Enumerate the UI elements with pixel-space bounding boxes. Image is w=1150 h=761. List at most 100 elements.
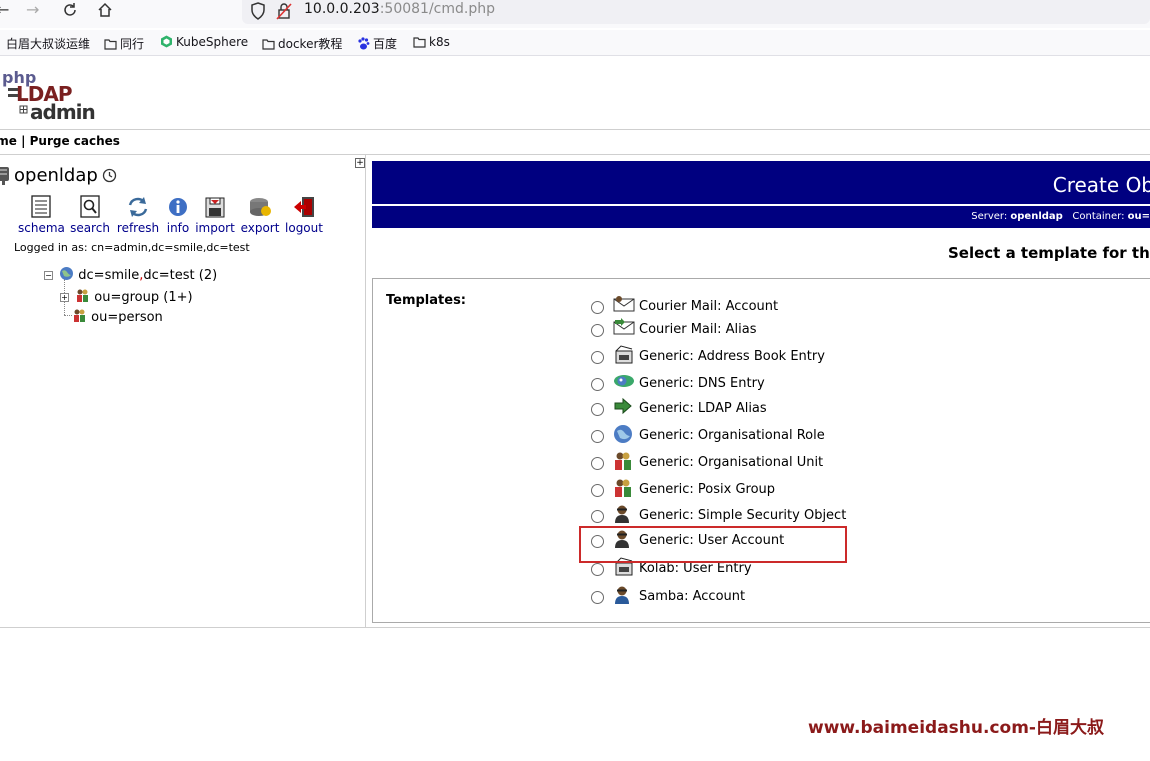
server-container-info: Server: openldap Container: ou= — [971, 211, 1150, 222]
template-label: Kolab: User Entry — [639, 561, 752, 576]
mail-account-icon — [613, 295, 635, 317]
top-menu-links[interactable]: ome | Purge caches — [0, 134, 120, 148]
back-arrow-icon[interactable]: ← — [0, 2, 9, 18]
template-label: Generic: Organisational Unit — [639, 455, 824, 470]
action-refresh[interactable]: refresh — [114, 195, 162, 235]
action-export[interactable]: export — [238, 195, 282, 235]
import-icon — [205, 197, 225, 218]
bookmark-baimeidashu[interactable]: 白眉大叔谈运维 — [6, 35, 90, 52]
tree-connector — [64, 315, 72, 316]
expand-panel-button[interactable]: + — [355, 158, 365, 168]
action-info[interactable]: info — [164, 195, 192, 235]
folder-icon — [262, 39, 275, 53]
action-schema[interactable]: schema — [18, 195, 65, 235]
bookmark-docker[interactable]: docker教程 — [262, 35, 342, 53]
bookmark-k8s[interactable]: k8s — [413, 35, 450, 51]
clock-icon[interactable] — [102, 168, 117, 187]
mail-alias-icon — [613, 318, 635, 340]
action-label: logout — [285, 221, 323, 235]
action-label: info — [166, 221, 190, 235]
server-name[interactable]: openldap — [14, 165, 98, 186]
select-template-heading: Select a template for th — [948, 244, 1150, 262]
template-label: Courier Mail: Account — [639, 299, 779, 314]
ou-icon — [613, 451, 633, 475]
template-radio[interactable] — [591, 324, 604, 337]
tree-node-group[interactable]: + ou=group (1+) — [60, 288, 193, 305]
collapse-toggle[interactable]: − — [44, 271, 53, 280]
template-radio[interactable] — [591, 430, 604, 443]
export-icon — [250, 198, 271, 216]
template-label: Generic: DNS Entry — [639, 376, 765, 391]
reload-icon[interactable] — [62, 2, 78, 21]
folder-icon — [104, 39, 117, 53]
insecure-lock-icon[interactable] — [276, 2, 292, 24]
template-label: Generic: Address Book Entry — [639, 349, 825, 364]
template-radio[interactable] — [591, 484, 604, 497]
folder-icon — [413, 37, 426, 51]
template-radio[interactable] — [591, 563, 604, 576]
baidu-icon — [357, 37, 370, 53]
template-radio[interactable] — [591, 301, 604, 314]
schema-icon — [31, 195, 51, 218]
group-icon — [613, 478, 633, 502]
user-icon — [613, 585, 631, 609]
shield-icon[interactable] — [250, 2, 266, 24]
search-icon — [80, 195, 100, 218]
url-text[interactable]: 10.0.0.203:50081/cmd.php — [304, 1, 495, 17]
phpldapadmin-logo[interactable]: php LDAP admin — [0, 68, 100, 124]
dn-part: dc=test (2) — [143, 268, 218, 283]
action-logout[interactable]: logout — [284, 195, 324, 235]
bookmark-kubesphere[interactable]: KubeSphere — [160, 35, 248, 51]
template-label: Courier Mail: Alias — [639, 322, 757, 337]
bookmark-baidu[interactable]: 百度 — [357, 35, 397, 53]
container-value: ou= — [1127, 211, 1150, 222]
logo-grid-icon — [6, 88, 28, 124]
template-label: Generic: Simple Security Object — [639, 508, 847, 523]
template-radio[interactable] — [591, 510, 604, 523]
server-value: openldap — [1010, 211, 1063, 222]
action-import[interactable]: import — [194, 195, 236, 235]
address-bar[interactable]: 10.0.0.203:50081/cmd.php — [242, 0, 1150, 24]
address-book-icon — [613, 345, 635, 369]
highlight-box — [579, 526, 847, 563]
top-menu-bar: ome | Purge caches — [0, 129, 1150, 155]
template-label: Generic: LDAP Alias — [639, 401, 767, 416]
template-radio[interactable] — [591, 591, 604, 604]
template-radio[interactable] — [591, 457, 604, 470]
forward-arrow-icon[interactable]: → — [26, 2, 39, 18]
logo-admin-text: admin — [30, 100, 96, 124]
kubesphere-icon — [160, 35, 173, 51]
server-label: Server: — [971, 211, 1008, 222]
info-icon — [169, 198, 187, 216]
container-label: Container: — [1072, 211, 1125, 222]
alias-arrow-icon — [613, 397, 633, 419]
refresh-icon — [128, 197, 148, 217]
expand-toggle[interactable]: + — [60, 293, 69, 302]
tree-node-root[interactable]: − dc=smile,dc=test (2) — [44, 266, 217, 283]
template-radio[interactable] — [591, 351, 604, 364]
globe-icon — [613, 424, 633, 448]
server-actions: schema search refresh info import export… — [14, 195, 334, 239]
bottom-divider — [0, 627, 1150, 628]
action-search[interactable]: search — [68, 195, 112, 235]
action-label: refresh — [116, 221, 160, 235]
action-label: export — [240, 221, 280, 235]
home-icon[interactable] — [97, 2, 113, 21]
action-label: import — [195, 221, 235, 235]
tree-panel: + openldap schema search refresh info im… — [0, 155, 366, 627]
bookmark-tonghang[interactable]: 同行 — [104, 35, 144, 53]
server-icon — [0, 166, 12, 190]
logged-in-text: Logged in as: cn=admin,dc=smile,dc=test — [14, 241, 250, 254]
tree-node-person[interactable]: ou=person — [72, 308, 163, 325]
ou-icon — [74, 309, 85, 322]
template-radio[interactable] — [591, 403, 604, 416]
user-icon — [613, 504, 631, 528]
template-radio[interactable] — [591, 378, 604, 391]
page-title: Create Ob — [1052, 173, 1150, 197]
create-object-subheader: Server: openldap Container: ou= — [372, 206, 1150, 228]
action-label: search — [70, 221, 110, 235]
template-label: Samba: Account — [639, 589, 746, 604]
template-label: Generic: Posix Group — [639, 482, 776, 497]
dn-part: dc=smile — [78, 268, 140, 283]
action-label: schema — [18, 221, 65, 235]
